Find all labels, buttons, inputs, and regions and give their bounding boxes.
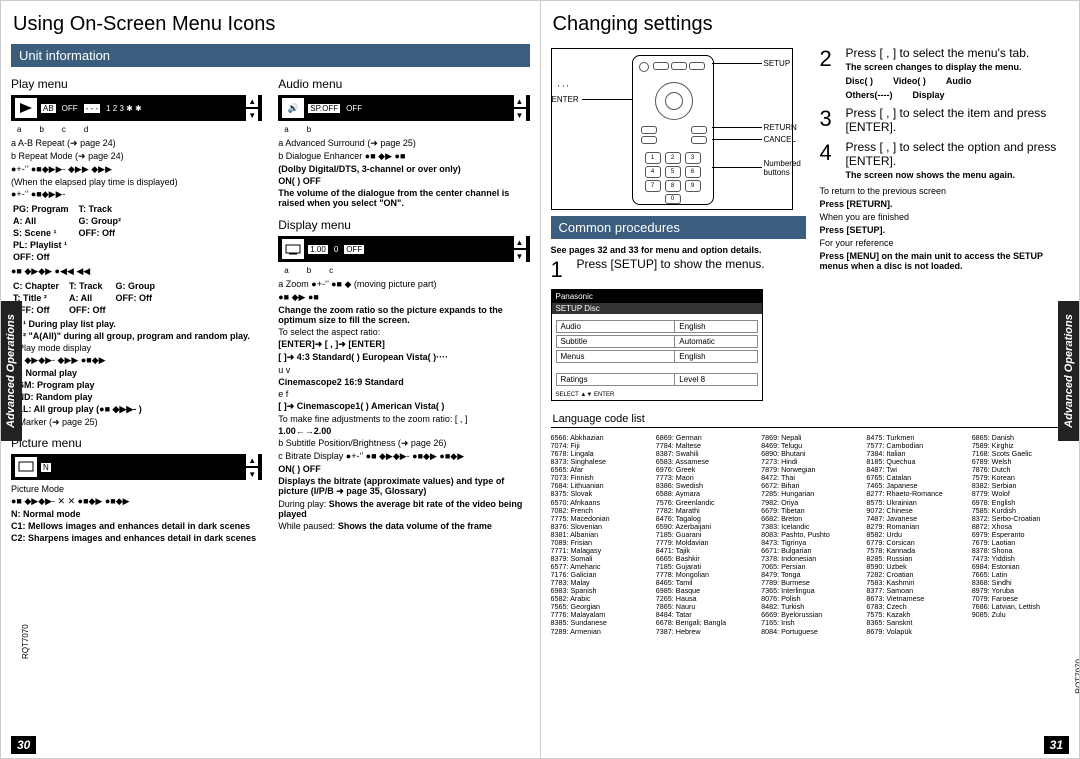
tv-icon	[282, 239, 304, 259]
remote-diagram: 1 2 3 4 5 6 7 8 9 0 SETUP RETURN	[551, 48, 793, 210]
doc-code: RQT7070	[1075, 659, 1080, 694]
section-unit-information: Unit information	[11, 44, 530, 67]
side-tab: Advanced Operations	[0, 301, 22, 441]
monitor-icon	[15, 457, 37, 477]
caret-down-icon: ▼	[246, 109, 258, 121]
caret-up-icon: ▲	[246, 454, 258, 466]
osd-labels-abcd: a b c d	[17, 125, 262, 134]
step-4: 4 Press [ , ] to select the option and p…	[820, 140, 1070, 180]
line: b Repeat Mode (➜ page 24)	[11, 151, 262, 162]
screen-row: MenusEnglish	[556, 350, 758, 363]
section-common: Common procedures	[551, 216, 806, 239]
col-left: Play menu AB OFF - - - 1 2 3 ✱ ✱ ▲▼ a b …	[11, 73, 262, 713]
caret-up-icon: ▲	[514, 236, 526, 248]
language-code-list: 6566: Abkhazian7074: Fiji7678: Lingala83…	[551, 427, 1070, 636]
lang-entry: 7289: Armenian	[551, 628, 648, 636]
defs-table: C: ChapterT: TrackG: Group T: Title ²A: …	[11, 279, 165, 317]
lang-entry: 7387: Hebrew	[656, 628, 753, 636]
picture-osd: N ▲▼	[11, 454, 262, 480]
screen-row: SubtitleAutomatic	[556, 335, 758, 348]
line: (When the elapsed play time is displayed…	[11, 177, 262, 187]
page-31: Changing settings	[541, 0, 1080, 759]
side-tab: Advanced Operations	[1058, 301, 1080, 441]
caret-down-icon: ▼	[514, 109, 526, 121]
line: ●■ ◆▶◆▶ ●◀◀ ◀◀	[11, 266, 262, 277]
display-menu-heading: Display menu	[278, 218, 529, 232]
step-3: 3 Press [ , ] to select the item and pre…	[820, 106, 1070, 134]
picture-menu-heading: Picture menu	[11, 436, 262, 450]
defs-table: PG: ProgramT: Track A: AllG: Group² S: S…	[11, 202, 131, 264]
lang-entry: 9085: Zulu	[972, 611, 1069, 619]
remote-icon: 1 2 3 4 5 6 7 8 9 0	[632, 55, 714, 205]
line: ●+-‘’ ●■◆▶▶-	[11, 189, 262, 200]
screen-row: AudioEnglish	[556, 320, 758, 333]
page-number: 30	[11, 736, 36, 754]
line: ●+-‘’ ●■◆▶▶- ◆▶▶ ◆▶▶	[11, 164, 262, 175]
lang-list-heading: Language code list	[553, 413, 1070, 425]
caret-up-icon: ▲	[514, 95, 526, 107]
line: a A-B Repeat (➜ page 24)	[11, 138, 262, 149]
page-number: 31	[1044, 736, 1069, 754]
step-2: 2 Press [ , ] to select the menu's tab. …	[820, 46, 1070, 100]
play-menu-heading: Play menu	[11, 77, 262, 91]
audio-menu-heading: Audio menu	[278, 77, 529, 91]
step-1: 1 Press [SETUP] to show the menus.	[551, 257, 806, 283]
caret-down-icon: ▼	[246, 468, 258, 480]
audio-osd: 🔊 SP.OFF OFF ▲▼	[278, 95, 529, 121]
play-osd-icon	[15, 98, 37, 118]
caret-up-icon: ▲	[246, 95, 258, 107]
doc-code: RQT7070	[21, 624, 30, 659]
page-30: Using On-Screen Menu Icons Unit informat…	[0, 0, 541, 759]
col-right: Audio menu 🔊 SP.OFF OFF ▲▼ ab a Advanced…	[278, 73, 529, 713]
lang-entry: 8084: Portuguese	[761, 628, 858, 636]
page-title: Using On-Screen Menu Icons	[13, 13, 530, 36]
menu-tabs: Disc( ) Video( ) Audio	[846, 76, 1070, 86]
play-menu-osd: AB OFF - - - 1 2 3 ✱ ✱ ▲▼	[11, 95, 262, 121]
screen-row: RatingsLevel 8	[556, 373, 758, 386]
caret-down-icon: ▼	[514, 250, 526, 262]
lang-entry: 8679: Volapük	[866, 628, 963, 636]
setup-screen: Panasonic SETUP Disc AudioEnglish Subtit…	[551, 289, 763, 401]
page-title: Changing settings	[553, 13, 1070, 36]
speaker-icon: 🔊	[282, 98, 304, 118]
display-osd: 1.00 0 OFF ▲▼	[278, 236, 529, 262]
